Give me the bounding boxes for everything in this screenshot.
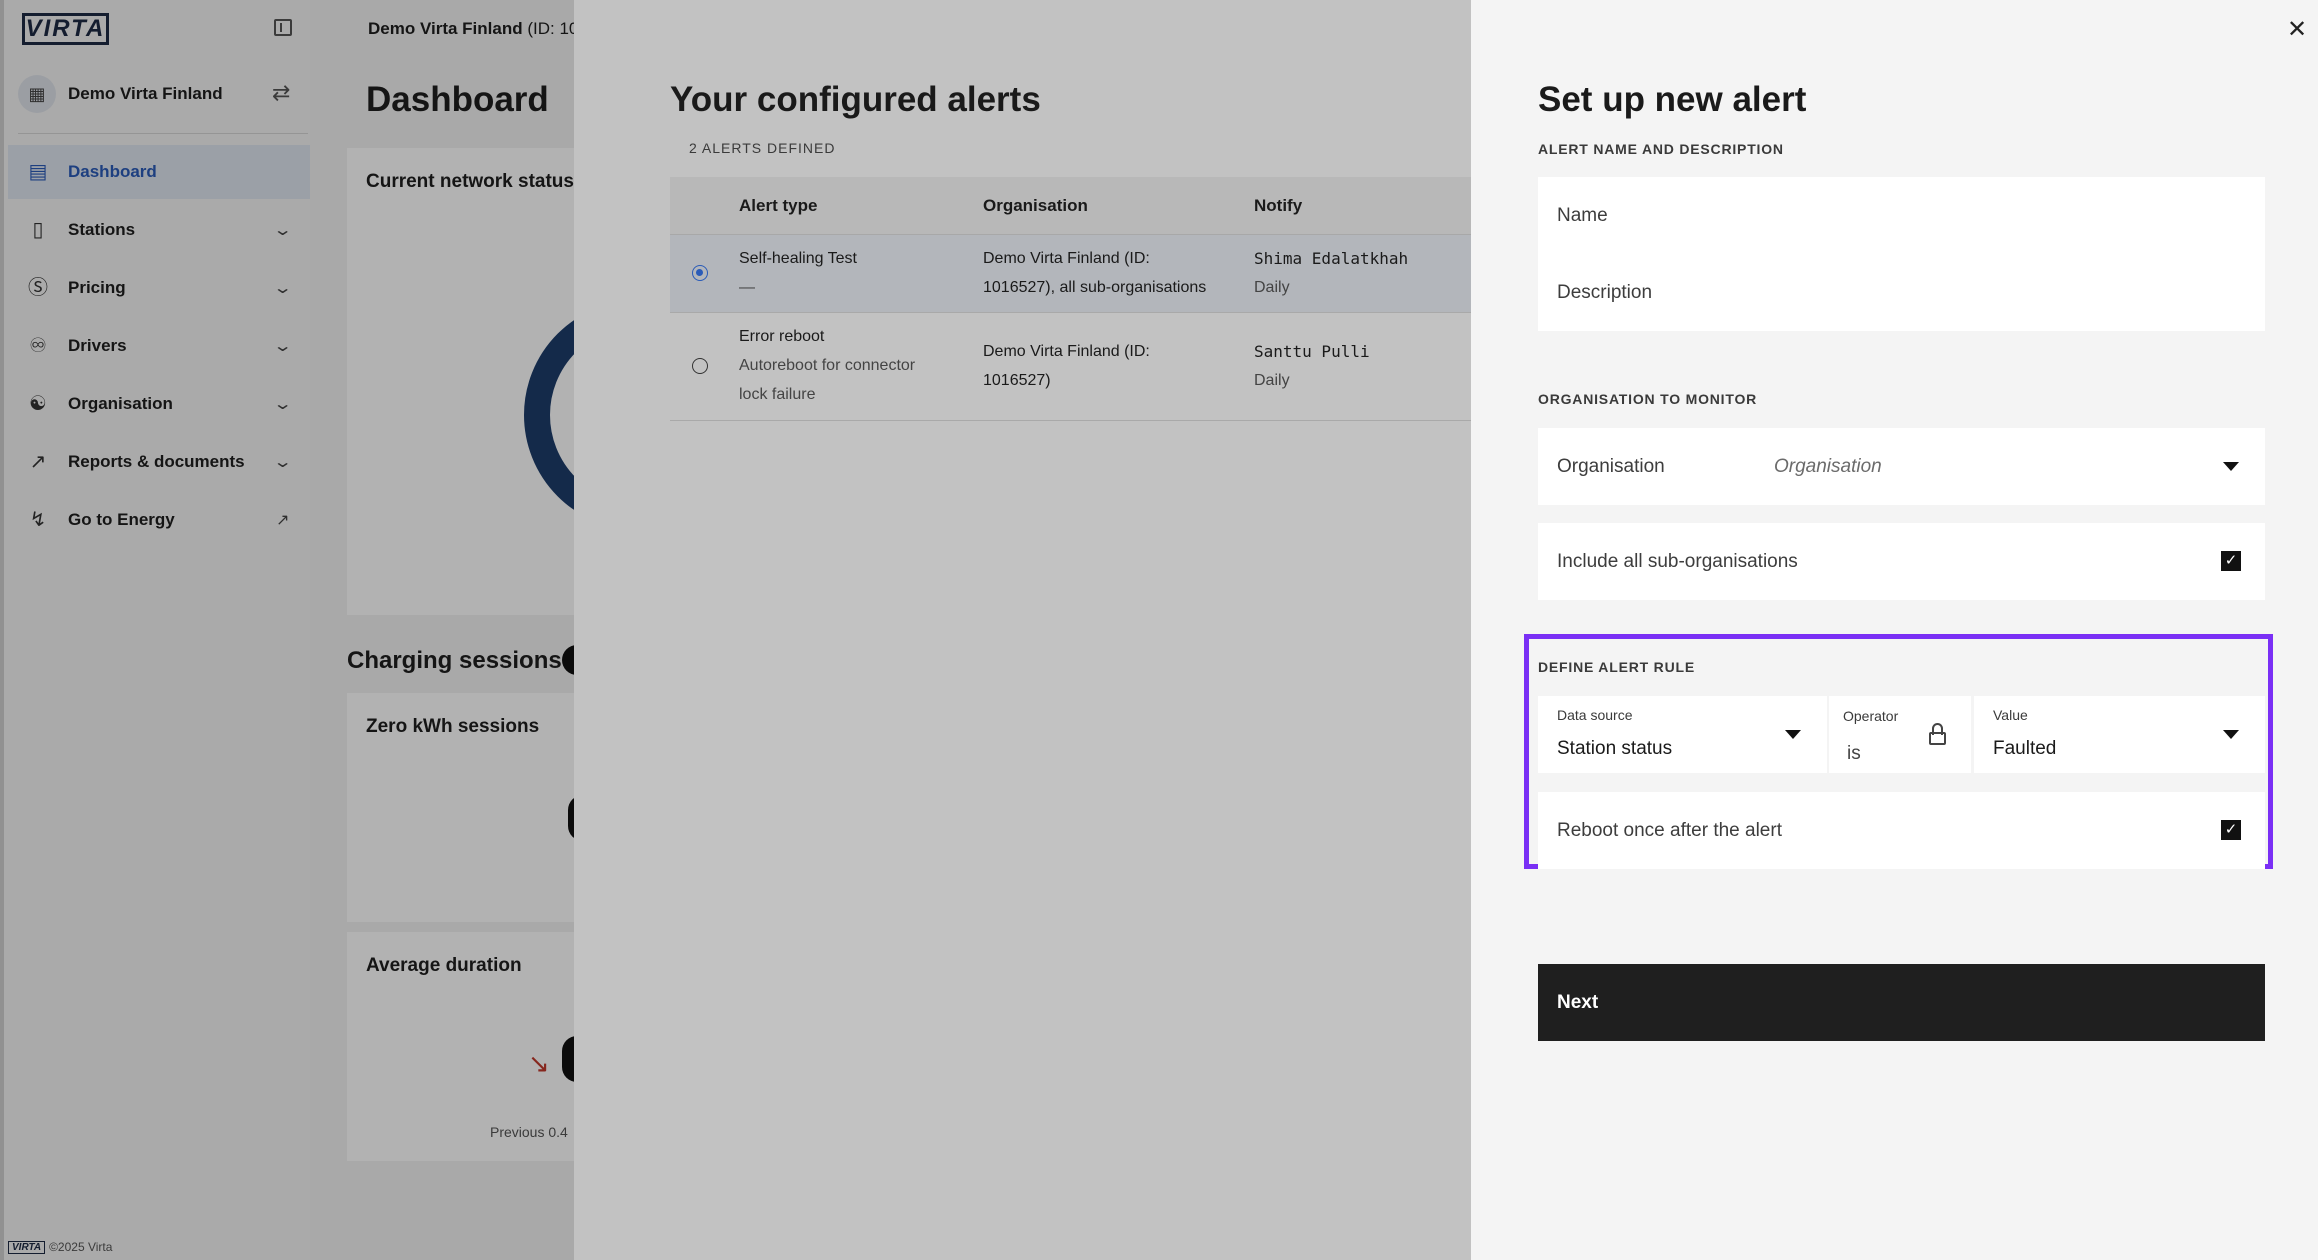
new-alert-title: Set up new alert xyxy=(1538,80,1807,119)
include-sub-orgs-label: Include all sub-organisations xyxy=(1557,551,1798,572)
include-sub-orgs-checkbox[interactable]: ✓ xyxy=(2221,551,2241,571)
operator-label: Operator xyxy=(1843,708,1899,724)
caret-down-icon xyxy=(2223,730,2239,739)
alert-description: — xyxy=(739,279,755,296)
org-section-label: ORGANISATION TO MONITOR xyxy=(1538,391,1758,407)
reboot-label: Reboot once after the alert xyxy=(1557,820,1782,841)
data-source-value: Station status xyxy=(1557,738,1673,759)
column-alert-type[interactable]: Alert type xyxy=(739,196,817,216)
notify-recipient: Santtu Pulli xyxy=(1254,342,1370,361)
value-value: Faulted xyxy=(1993,738,2057,759)
name-description-box xyxy=(1538,177,2265,331)
table-header: Alert type Organisation Notify xyxy=(670,177,1471,235)
alert-organisation-cont: 1016527), all sub-organisations xyxy=(983,279,1207,296)
organisation-label: Organisation xyxy=(1557,456,1665,477)
description-input[interactable]: Description xyxy=(1557,282,1652,304)
operator-value: is xyxy=(1847,743,1861,764)
next-button[interactable]: Next xyxy=(1538,964,2265,1041)
name-section-label: ALERT NAME AND DESCRIPTION xyxy=(1538,141,1784,157)
row-radio[interactable] xyxy=(692,358,708,374)
column-notify[interactable]: Notify xyxy=(1254,196,1302,216)
alert-type: Self-healing Test xyxy=(739,250,857,267)
data-source-label: Data source xyxy=(1557,707,1633,723)
alerts-title: Your configured alerts xyxy=(670,80,1041,119)
caret-down-icon xyxy=(1785,730,1801,739)
column-organisation[interactable]: Organisation xyxy=(983,196,1088,216)
table-row[interactable]: Error reboot Autoreboot for connector lo… xyxy=(670,313,1471,421)
table-row[interactable]: Self-healing Test — Demo Virta Finland (… xyxy=(670,235,1471,313)
alert-organisation: Demo Virta Finland (ID: xyxy=(983,250,1150,267)
alert-organisation-cont: 1016527) xyxy=(983,372,1051,389)
close-icon[interactable]: ✕ xyxy=(2287,15,2307,44)
organisation-placeholder: Organisation xyxy=(1774,456,1882,477)
notify-frequency: Daily xyxy=(1254,372,1290,389)
reboot-checkbox[interactable]: ✓ xyxy=(2221,820,2241,840)
alert-description: Autoreboot for connector xyxy=(739,357,916,374)
lock-icon xyxy=(1929,723,1946,746)
alerts-count: 2 ALERTS DEFINED xyxy=(689,140,836,156)
row-radio[interactable] xyxy=(692,265,708,281)
notify-recipient: Shima Edalatkhah xyxy=(1254,249,1409,268)
caret-down-icon xyxy=(2223,462,2239,471)
alert-type: Error reboot xyxy=(739,328,825,345)
alert-description-cont: lock failure xyxy=(739,386,816,403)
rule-section-label: DEFINE ALERT RULE xyxy=(1538,659,1695,675)
value-label: Value xyxy=(1993,707,2028,723)
alert-organisation: Demo Virta Finland (ID: xyxy=(983,343,1150,360)
name-input[interactable]: Name xyxy=(1557,205,1608,227)
notify-frequency: Daily xyxy=(1254,279,1290,296)
